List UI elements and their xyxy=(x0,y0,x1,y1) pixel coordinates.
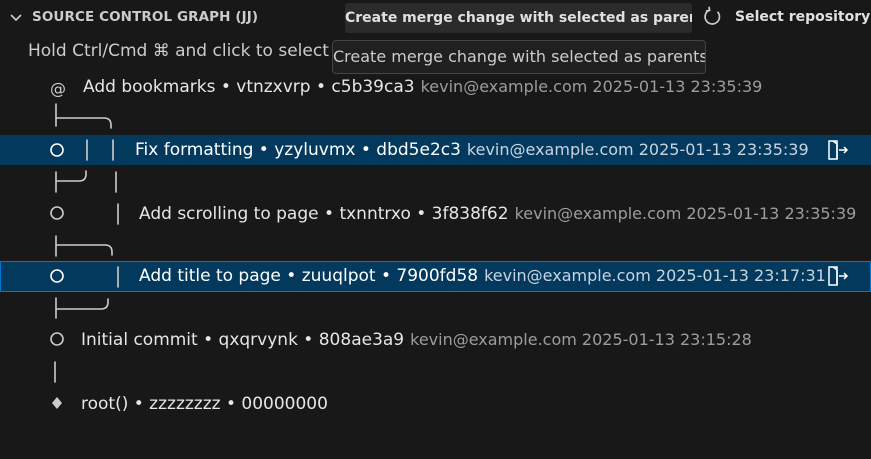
selection-hint: Hold Ctrl/Cmd ⌘ and click to select xyxy=(28,41,329,61)
commit-text: Add bookmarks • vtnzxvrp • c5b39ca3 kevin… xyxy=(83,72,762,102)
commit-text: Add title to page • zuuqlpot • 7900fd58 k… xyxy=(139,261,826,291)
commit-text: Add scrolling to page • txnntrxo • 3f838… xyxy=(139,199,856,229)
commit-subject: root() • zzzzzzzz • 00000000 xyxy=(81,394,328,414)
commit-row[interactable]: Add bookmarks • vtnzxvrp • c5b39ca3 kevin… xyxy=(0,72,871,102)
panel-header: SOURCE CONTROL GRAPH (JJ) Create merge c… xyxy=(0,0,871,36)
graph-edge xyxy=(55,244,113,256)
graph-edge xyxy=(55,117,112,129)
open-change-icon[interactable] xyxy=(827,265,849,287)
commit-text: Fix formatting • yzyluvmx • dbd5e2c3 kevi… xyxy=(135,135,809,165)
commit-meta: kevin@example.com 2025-01-13 23:35:39 xyxy=(466,140,809,159)
commit-row[interactable]: Initial commit • qxqrvynk • 808ae3a9 kevi… xyxy=(0,325,871,355)
commit-subject: Add bookmarks • vtnzxvrp • c5b39ca3 xyxy=(83,77,415,97)
create-merge-button[interactable]: Create merge change with selected as par… xyxy=(345,3,692,33)
commit-row[interactable]: Add title to page • zuuqlpot • 7900fd58 k… xyxy=(0,261,871,292)
commit-meta: kevin@example.com 2025-01-13 23:35:39 xyxy=(514,204,857,223)
refresh-icon[interactable] xyxy=(700,5,724,29)
panel-title: SOURCE CONTROL GRAPH (JJ) xyxy=(32,9,259,25)
commit-text: Initial commit • qxqrvynk • 808ae3a9 kevi… xyxy=(81,325,752,355)
commit-row[interactable]: Fix formatting • yzyluvmx • dbd5e2c3 kevi… xyxy=(0,135,871,165)
graph-edge xyxy=(55,298,109,310)
commit-meta: kevin@example.com 2025-01-13 23:17:31 xyxy=(484,266,826,285)
open-change-icon[interactable] xyxy=(827,139,849,161)
commit-subject: Initial commit • qxqrvynk • 808ae3a9 xyxy=(81,330,405,350)
select-repository-button[interactable]: Select repository xyxy=(735,9,870,25)
commit-subject: Add scrolling to page • txnntrxo • 3f838… xyxy=(139,204,509,224)
commit-row[interactable]: root() • zzzzzzzz • 00000000 xyxy=(0,389,871,419)
graph-edge xyxy=(55,170,87,182)
commit-text: root() • zzzzzzzz • 00000000 xyxy=(81,389,334,419)
commit-subject: Add title to page • zuuqlpot • 7900fd58 xyxy=(139,266,479,286)
merge-tooltip: Create merge change with selected as par… xyxy=(332,40,706,74)
chevron-down-icon[interactable] xyxy=(8,9,24,25)
commit-row[interactable]: Add scrolling to page • txnntrxo • 3f838… xyxy=(0,199,871,229)
commit-meta: kevin@example.com 2025-01-13 23:15:28 xyxy=(410,330,752,349)
commit-subject: Fix formatting • yzyluvmx • dbd5e2c3 xyxy=(135,140,461,160)
commit-meta: kevin@example.com 2025-01-13 23:35:39 xyxy=(420,77,763,96)
